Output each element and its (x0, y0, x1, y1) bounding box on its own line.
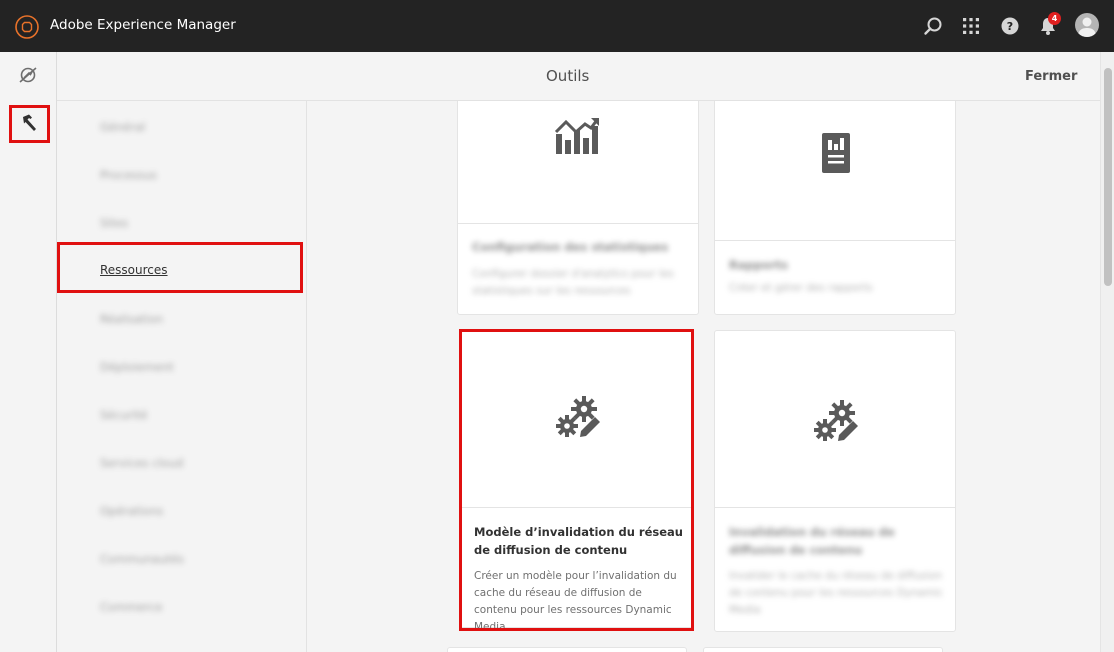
scrollbar[interactable] (1100, 52, 1114, 652)
category-operations[interactable]: Opérations (100, 504, 163, 518)
help-icon[interactable]: ? (999, 15, 1021, 37)
navigation-icon[interactable] (17, 64, 39, 86)
category-realisation[interactable]: Réalisation (100, 312, 163, 326)
tool-card-cdn-invalidation[interactable]: Invalidation du réseau de diffusion de c… (714, 330, 956, 632)
category-securite[interactable]: Sécurité (100, 408, 148, 422)
card-highlight-box (459, 329, 694, 631)
category-highlight-box (57, 242, 303, 293)
tool-card-partial[interactable] (703, 647, 943, 652)
card-title: Rapports (729, 258, 788, 272)
card-description: Invalider le cache du réseau de diffusio… (729, 570, 944, 616)
categories-list: Général Processus Sites Ressources Réali… (57, 101, 307, 652)
user-icon (1078, 17, 1096, 37)
apps-grid-icon[interactable] (960, 15, 982, 37)
tool-card-reports[interactable]: Rapports Créer et gérer des rapports (714, 101, 956, 315)
analytics-chart-icon (554, 118, 599, 154)
close-button[interactable]: Fermer (1025, 69, 1077, 84)
report-icon (822, 133, 850, 173)
card-description: Configurer dossier d'analytics pour les … (472, 268, 674, 297)
card-title: Invalidation du réseau de diffusion de c… (729, 525, 895, 557)
category-commerce[interactable]: Commerce (100, 600, 162, 614)
panel-header: Outils Fermer (57, 52, 1100, 101)
search-icon[interactable] (922, 15, 944, 37)
avatar[interactable] (1075, 13, 1099, 37)
tool-card-partial[interactable] (447, 647, 687, 652)
aem-logo-icon[interactable] (15, 15, 39, 39)
gears-edit-icon (814, 400, 858, 441)
tool-card-analytics[interactable]: Configuration des statistiques Configure… (457, 101, 699, 315)
card-description: Créer et gérer des rapports (729, 282, 873, 294)
card-title: Configuration des statistiques (472, 240, 669, 254)
svg-text:?: ? (1007, 20, 1013, 33)
notification-badge: 4 (1048, 12, 1061, 25)
app-title[interactable]: Adobe Experience Manager (50, 17, 236, 33)
category-sites[interactable]: Sites (100, 216, 128, 230)
rail-highlight-box (9, 105, 50, 143)
category-general[interactable]: Général (100, 120, 145, 134)
category-communautes[interactable]: Communautés (100, 552, 184, 566)
top-bar: Adobe Experience Manager ? 4 (0, 0, 1114, 52)
category-processus[interactable]: Processus (100, 168, 157, 182)
tools-grid: Configuration des statistiques Configure… (307, 101, 1100, 652)
category-deploiement[interactable]: Déploiement (100, 360, 174, 374)
scrollbar-thumb[interactable] (1104, 68, 1112, 286)
page-title: Outils (546, 67, 590, 85)
category-services-cloud[interactable]: Services cloud (100, 456, 183, 470)
